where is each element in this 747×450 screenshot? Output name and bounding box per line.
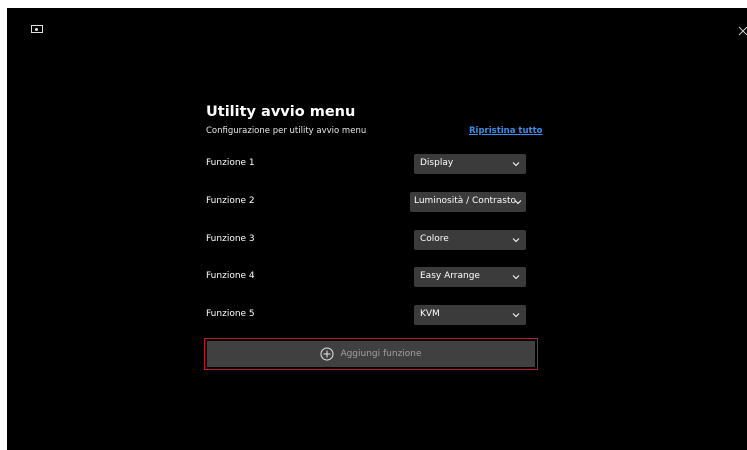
app-window — [7, 8, 747, 450]
close-button[interactable] — [736, 23, 747, 37]
function-select-value-1: Display — [420, 158, 454, 168]
function-select-value-3: Colore — [420, 234, 449, 244]
reset-all-link[interactable]: Ripristina tutto — [469, 126, 543, 136]
add-function-label: Aggiungi funzione — [340, 349, 422, 359]
function-select-5[interactable]: KVM — [414, 305, 526, 325]
function-row-4: Funzione 4 Easy Arrange — [206, 267, 526, 289]
add-function-button[interactable]: Aggiungi funzione — [207, 341, 535, 367]
function-select-value-4: Easy Arrange — [420, 271, 480, 281]
chevron-down-icon — [512, 162, 520, 167]
plus-circle-icon — [320, 347, 334, 361]
function-label-4: Funzione 4 — [206, 271, 255, 281]
chevron-down-icon — [512, 238, 520, 243]
monitor-icon — [31, 25, 43, 33]
page-title: Utility avvio menu — [206, 104, 356, 120]
function-label-5: Funzione 5 — [206, 309, 255, 319]
function-select-2[interactable]: Luminosità / Contrasto — [410, 192, 526, 212]
page-subtitle: Configurazione per utility avvio menu — [206, 126, 367, 136]
chevron-down-icon — [514, 200, 522, 205]
function-row-3: Funzione 3 Colore — [206, 230, 526, 252]
chevron-down-icon — [512, 313, 520, 318]
function-label-1: Funzione 1 — [206, 158, 255, 168]
function-row-2: Funzione 2 Luminosità / Contrasto — [206, 192, 526, 214]
close-icon — [738, 26, 747, 36]
chevron-down-icon — [512, 275, 520, 280]
add-function-content: Aggiungi funzione — [207, 341, 535, 367]
function-select-3[interactable]: Colore — [414, 230, 526, 250]
function-row-5: Funzione 5 KVM — [206, 305, 526, 327]
function-label-3: Funzione 3 — [206, 234, 255, 244]
function-select-value-2: Luminosità / Contrasto — [414, 196, 516, 206]
function-select-4[interactable]: Easy Arrange — [414, 267, 526, 287]
function-select-1[interactable]: Display — [414, 154, 526, 174]
function-label-2: Funzione 2 — [206, 196, 255, 206]
function-select-value-5: KVM — [420, 309, 440, 319]
function-row-1: Funzione 1 Display — [206, 154, 526, 176]
